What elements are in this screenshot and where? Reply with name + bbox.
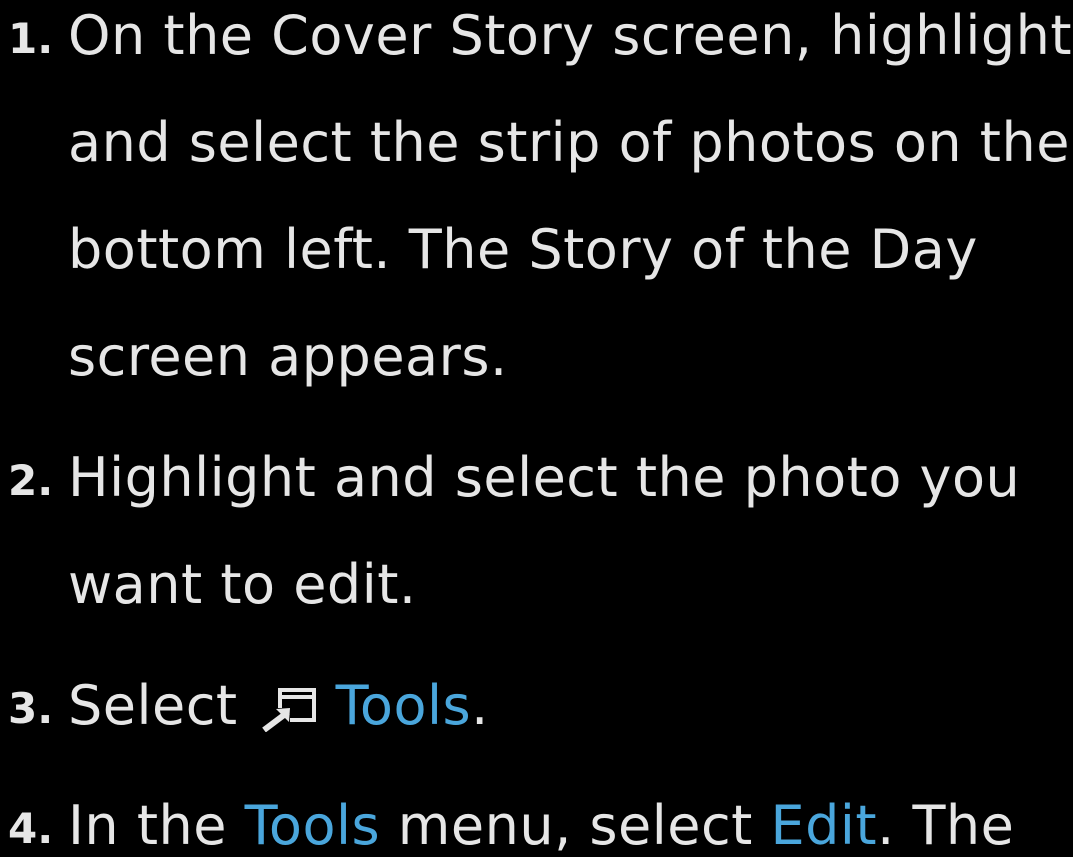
step-text: In the [68,794,245,857]
step-text-line: In the Tools menu, select Edit. The [68,794,1014,857]
step-text-line: Select Tools. [68,674,489,737]
tools-icon [256,678,318,733]
step-text-line: On the Cover Story screen, highlight [68,4,1073,67]
tools-link[interactable]: Tools [245,794,381,857]
step-text-line: and select the strip of photos on the [68,111,1070,174]
step-text: Select [68,674,238,737]
step-text: . [471,674,489,737]
step-text: . The [877,794,1015,857]
edit-link[interactable]: Edit [771,794,878,857]
step-number: 3. [8,684,54,733]
step-number: 1. [8,14,54,63]
step-text-line: screen appears. [68,325,508,388]
tools-link[interactable]: Tools [336,674,472,737]
step-number: 2. [8,456,54,505]
step-text: menu, select [380,794,771,857]
step-text-line: bottom left. The Story of the Day [68,218,978,281]
step-text-line: Highlight and select the photo you [68,446,1021,509]
step-text-line: want to edit. [68,553,417,616]
step-number: 4. [8,804,54,853]
